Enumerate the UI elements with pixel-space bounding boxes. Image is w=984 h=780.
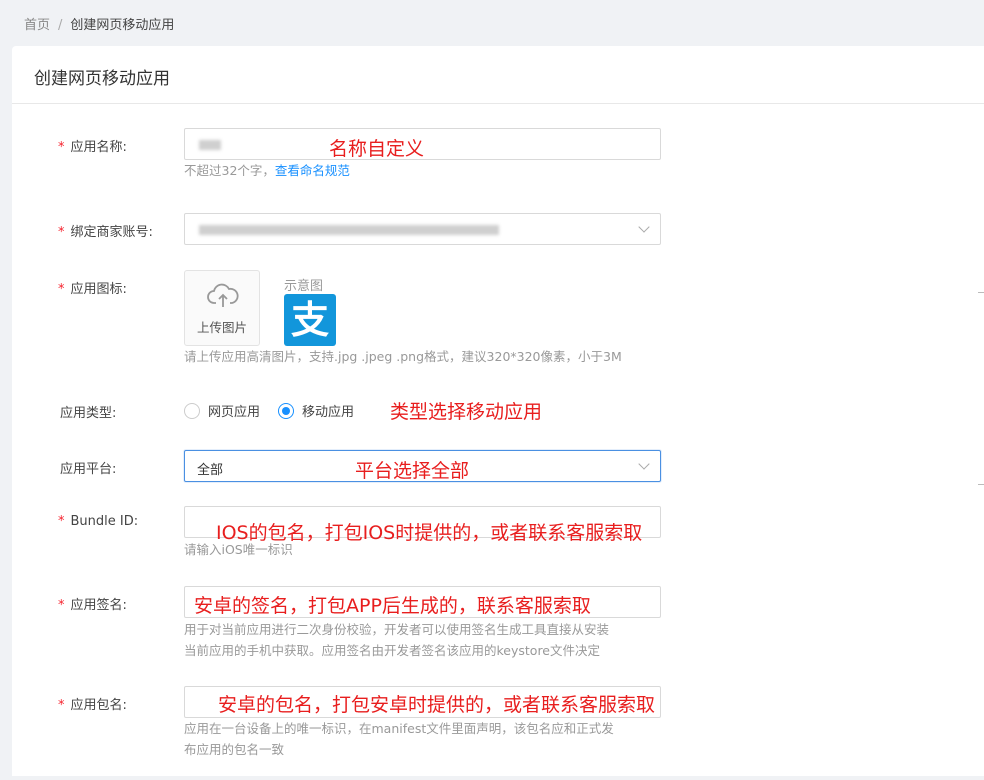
upload-image-button[interactable]: 上传图片 bbox=[184, 270, 260, 346]
signature-help: 用于对当前应用进行二次身份校验，开发者可以使用签名生成工具直接从安装 当前应用的… bbox=[184, 622, 610, 658]
scroll-tick bbox=[978, 292, 984, 293]
platform-value: 全部 bbox=[197, 463, 224, 478]
merchant-label: * 绑定商家账号: bbox=[58, 225, 153, 240]
merchant-select[interactable] bbox=[184, 213, 661, 245]
breadcrumb: 首页 / 创建网页移动应用 bbox=[24, 14, 174, 33]
package-label: * 应用包名: bbox=[58, 698, 127, 713]
blurred-value bbox=[199, 140, 221, 150]
signature-annotation: 安卓的签名，打包APP后生成的，联系客服索取 bbox=[194, 595, 591, 617]
type-label: 应用类型: bbox=[60, 406, 117, 421]
breadcrumb-home[interactable]: 首页 bbox=[24, 18, 50, 33]
type-annotation: 类型选择移动应用 bbox=[390, 401, 543, 423]
package-help: 应用在一台设备上的唯一标识，在manifest文件里面声明，该包名应和正式发 布… bbox=[184, 721, 614, 757]
bundle-help: 请输入iOS唯一标识 bbox=[184, 542, 293, 557]
icon-help: 请上传应用高清图片，支持.jpg .jpeg .png格式，建议320*320像… bbox=[184, 349, 622, 364]
radio-web-app-label[interactable]: 网页应用 bbox=[208, 401, 260, 420]
breadcrumb-current: 创建网页移动应用 bbox=[70, 18, 175, 33]
icon-label: * 应用图标: bbox=[58, 282, 127, 297]
radio-web-app[interactable] bbox=[184, 402, 200, 419]
platform-annotation: 平台选择全部 bbox=[355, 460, 470, 482]
type-radio-group: 网页应用 移动应用 bbox=[184, 401, 372, 420]
scroll-tick bbox=[978, 484, 984, 485]
package-annotation: 安卓的包名，打包安卓时提供的，或者联系客服索取 bbox=[218, 694, 656, 716]
chevron-down-icon bbox=[638, 458, 650, 470]
blurred-value bbox=[199, 225, 499, 235]
cloud-upload-icon bbox=[207, 283, 239, 307]
name-label: * 应用名称: bbox=[58, 140, 127, 155]
title-divider bbox=[12, 103, 984, 104]
breadcrumb-separator: / bbox=[58, 18, 63, 33]
platform-label: 应用平台: bbox=[60, 462, 117, 477]
chevron-down-icon bbox=[638, 221, 650, 233]
alipay-icon: 支 bbox=[284, 294, 336, 346]
demo-label: 示意图 bbox=[284, 279, 324, 294]
radio-mobile-app[interactable] bbox=[278, 402, 295, 419]
upload-image-label: 上传图片 bbox=[196, 320, 247, 335]
name-help: 不超过32个字，查看命名规范 bbox=[184, 163, 350, 178]
name-annotation: 名称自定义 bbox=[329, 138, 425, 160]
naming-rules-link[interactable]: 查看命名规范 bbox=[275, 163, 350, 178]
radio-mobile-app-label[interactable]: 移动应用 bbox=[302, 401, 354, 420]
page-title: 创建网页移动应用 bbox=[34, 69, 170, 89]
signature-label: * 应用签名: bbox=[58, 598, 127, 613]
bundle-label: * Bundle ID: bbox=[58, 514, 139, 529]
